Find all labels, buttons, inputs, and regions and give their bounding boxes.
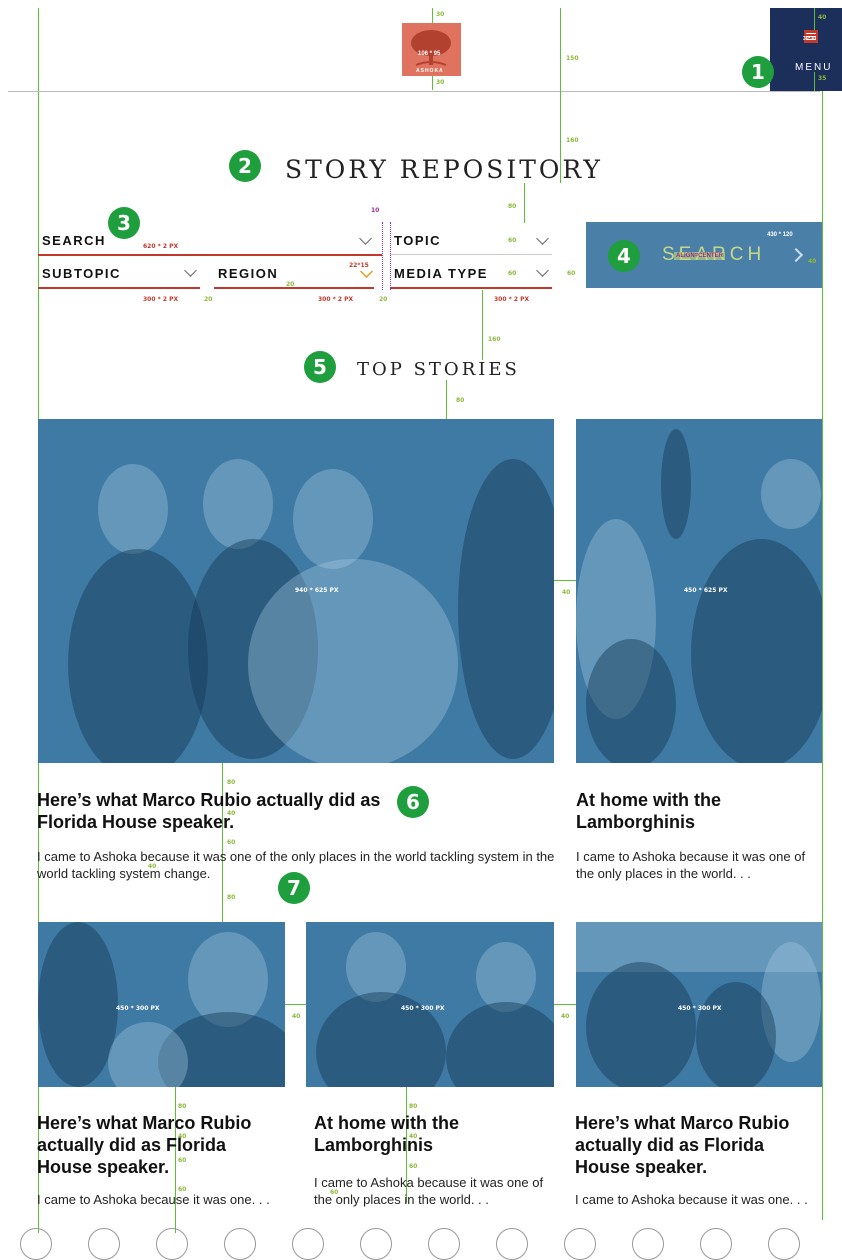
featured-photo-secondary[interactable]: 450 * 625 PX [576, 419, 822, 763]
grid-photo-3-size-label: 450 * 300 PX [678, 1005, 722, 1012]
media-type-chevron-down-icon[interactable] [536, 264, 549, 277]
search-field-label[interactable]: SEARCH [42, 233, 106, 248]
dim-10: 10 [371, 207, 380, 214]
dim-40-excerpt: 40 [148, 863, 157, 870]
search-underline [38, 254, 382, 256]
media-type-underline [390, 287, 552, 289]
grid-headline-1[interactable]: Here’s what Marco Rubio actually did as … [37, 1112, 267, 1178]
page-title: STORY REPOSITORY [285, 155, 603, 184]
grid-photo-1[interactable]: 450 * 300 PX [38, 922, 285, 1087]
media-type-field-label[interactable]: MEDIA TYPE [394, 266, 488, 281]
grid-excerpt-3: I came to Ashoka because it was one. . . [575, 1192, 808, 1207]
chevron-right-icon [788, 247, 804, 263]
dim-80-grid-2: 80 [409, 1103, 418, 1110]
grid-gap-guide-1 [285, 1004, 306, 1005]
dim-60-gap: 60 [567, 270, 576, 277]
annotation-badge-1: 1 [742, 56, 774, 88]
dim-region-underline: 300 * 2 PX [318, 296, 354, 303]
featured-gap-guide [554, 580, 576, 581]
dim-20-a: 20 [204, 296, 213, 303]
dim-60-media: 60 [508, 270, 517, 277]
search-chevron-down-icon[interactable] [359, 232, 372, 245]
dim-40-search: 40 [808, 258, 817, 265]
grid-photo-3[interactable]: 450 * 300 PX [576, 922, 822, 1087]
dim-80-section: 80 [456, 397, 465, 404]
topic-underline [390, 254, 552, 255]
dim-40-grid-a: 40 [292, 1013, 301, 1020]
subtopic-underline [38, 287, 200, 289]
header-divider [8, 91, 820, 92]
featured-photo-main-size-label: 940 * 625 PX [295, 587, 339, 594]
featured-excerpt-secondary: I came to Ashoka because it was one of t… [576, 849, 806, 881]
featured-headline-main[interactable]: Here’s what Marco Rubio actually did as … [37, 789, 397, 833]
dim-80-filter: 80 [508, 203, 517, 210]
annotation-badge-2: 2 [229, 150, 261, 182]
dim-160-bottom: 160 [488, 336, 501, 343]
menu-button[interactable]: 30*30 MENU [770, 8, 842, 91]
topic-chevron-down-icon[interactable] [536, 232, 549, 245]
grid-excerpt-2: I came to Ashoka because it was one of t… [314, 1175, 544, 1207]
dim-menu-top: 40 [818, 14, 827, 21]
dim-search-underline: 620 * 2 PX [143, 243, 179, 250]
featured-headline-secondary[interactable]: At home with the Lamborghinis [576, 789, 736, 833]
dim-80-grid-1: 80 [178, 1103, 187, 1110]
dim-logo-top: 30 [436, 11, 445, 18]
logo-guide [432, 8, 433, 23]
grid-photo-2[interactable]: 450 * 300 PX [306, 922, 554, 1087]
dim-80-featured-b: 80 [227, 894, 236, 901]
dim-subtopic-underline: 300 * 2 PX [143, 296, 179, 303]
logo[interactable]: 106 * 95 ASHOKA [402, 23, 461, 76]
logo-guide-bottom [432, 76, 433, 90]
search-button-align-note: ALIGN=CENTER [674, 252, 725, 260]
dim-40-grid-b: 40 [561, 1013, 570, 1020]
logo-size-label: 106 * 95 [418, 51, 441, 57]
search-button-size-label: 430 * 120 [767, 232, 793, 238]
grid-headline-3[interactable]: Here’s what Marco Rubio actually did as … [575, 1112, 810, 1178]
dim-80-featured-a: 80 [227, 779, 236, 786]
logo-text: ASHOKA [416, 68, 444, 74]
filter-guide [524, 183, 525, 223]
annotation-badge-7: 7 [278, 872, 310, 904]
annotation-badge-5: 5 [304, 351, 336, 383]
grid-gap-guide-2 [554, 1004, 576, 1005]
annotation-badge-6: 6 [397, 786, 429, 818]
dim-60-grid-2: 60 [409, 1163, 418, 1170]
featured-photo-main[interactable]: 940 * 625 PX [38, 419, 554, 763]
subtopic-chevron-down-icon[interactable] [184, 264, 197, 277]
dim-150: 150 [566, 55, 579, 62]
top-stories-guide [482, 290, 483, 360]
section-guide [446, 380, 447, 419]
grid-excerpt-1: I came to Ashoka because it was one. . . [37, 1192, 270, 1207]
dim-20-c: 20 [379, 296, 388, 303]
menu-icon-size-label: 30*30 [803, 36, 817, 42]
menu-guide [814, 8, 815, 30]
menu-guide-bottom [814, 72, 815, 91]
annotation-badge-4: 4 [608, 240, 640, 272]
filter-column-guide [382, 222, 384, 290]
dim-menu-bottom: 35 [818, 75, 827, 82]
featured-photo-secondary-size-label: 450 * 625 PX [684, 587, 728, 594]
dim-media-underline: 300 * 2 PX [494, 296, 530, 303]
dim-60-topic: 60 [508, 237, 517, 244]
subtopic-field-label[interactable]: SUBTOPIC [42, 266, 121, 281]
dim-160-top: 160 [566, 137, 579, 144]
filter-column-guide-2 [390, 222, 392, 290]
dim-40-featured: 40 [562, 589, 571, 596]
dim-60-featured: 60 [227, 839, 236, 846]
topic-field-label[interactable]: TOPIC [394, 233, 441, 248]
grid-headline-2[interactable]: At home with the Lamborghinis [314, 1112, 474, 1156]
section-title: TOP STORIES [357, 359, 520, 380]
right-margin-guide [822, 90, 823, 1220]
dim-20-b: 20 [286, 281, 295, 288]
grid-photo-2-size-label: 450 * 300 PX [401, 1005, 445, 1012]
grid-photo-1-size-label: 450 * 300 PX [116, 1005, 160, 1012]
featured-text-guide [222, 763, 223, 923]
region-field-label[interactable]: REGION [218, 266, 278, 281]
annotation-badge-3: 3 [108, 207, 140, 239]
dim-logo-bottom: 30 [436, 79, 445, 86]
dim-icon-size: 22*15 [349, 262, 369, 269]
